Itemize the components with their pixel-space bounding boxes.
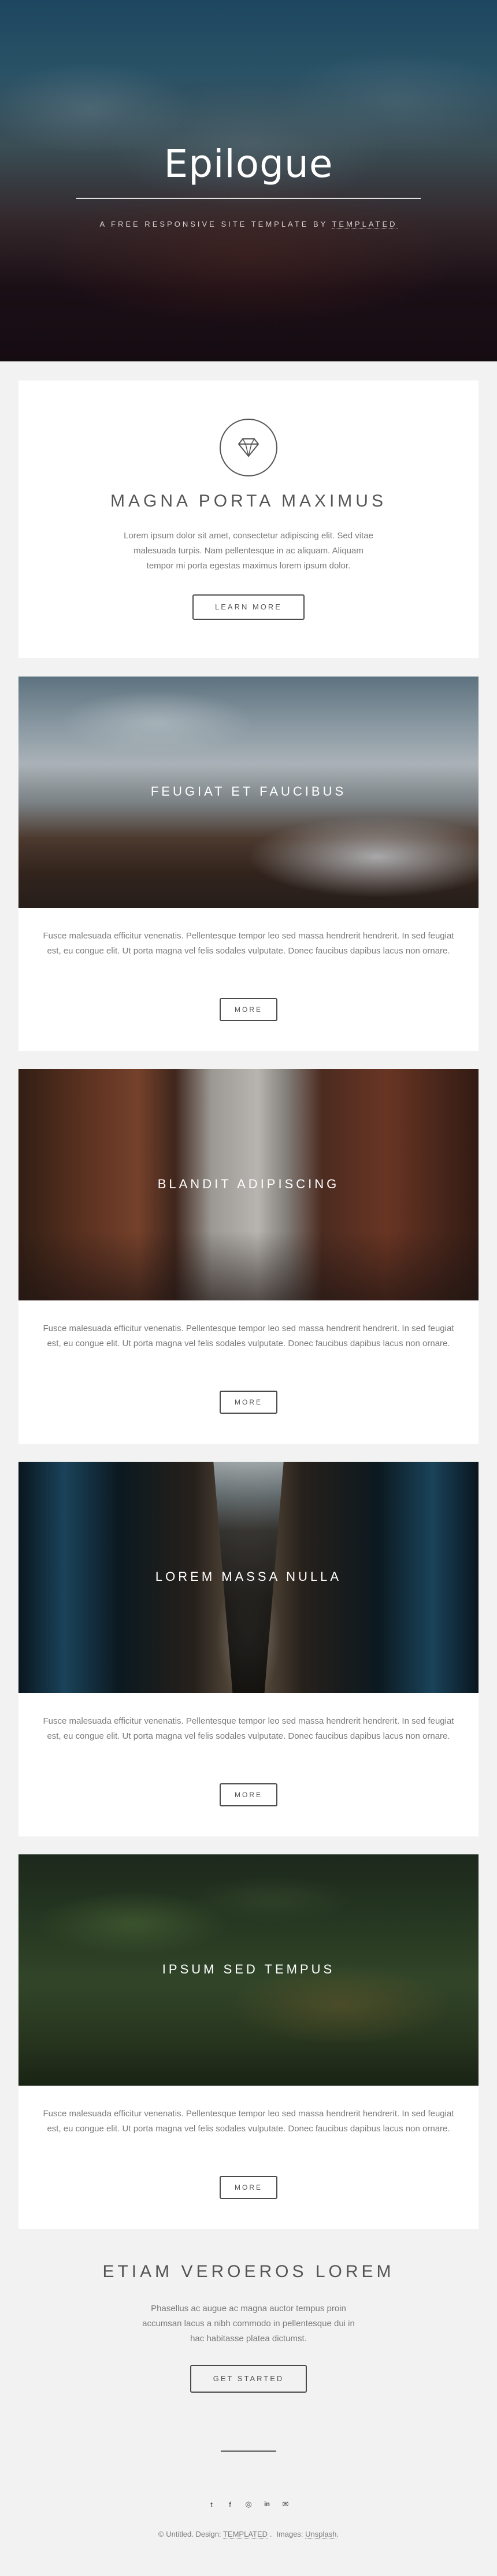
post-text: Fusce malesuada efficitur venenatis. Pel… (43, 931, 454, 956)
post-image-alley[interactable]: BLANDIT ADIPISCING (18, 1069, 479, 1300)
post-card: LOREM MASSA NULLA Fusce malesuada effici… (18, 1462, 479, 1836)
facebook-icon[interactable]: f (225, 2499, 235, 2510)
design-label: Design: (195, 2530, 221, 2538)
post-card: BLANDIT ADIPISCING Fusce malesuada effic… (18, 1069, 479, 1444)
post-image-aerial[interactable]: IPSUM SED TEMPUS (18, 1854, 479, 2086)
more-button[interactable]: MORE (220, 1783, 277, 1806)
site-header: Epilogue A FREE RESPONSIVE SITE TEMPLATE… (0, 0, 497, 361)
diamond-icon-graphic (238, 438, 259, 457)
diamond-icon (220, 419, 277, 476)
cta-title: ETIAM VEROEROS LOREM (102, 2262, 395, 2281)
post-image-escalator[interactable]: LOREM MASSA NULLA (18, 1462, 479, 1693)
more-button[interactable]: MORE (220, 2176, 277, 2199)
intro-text: Lorem ipsum dolor sit amet, consectetur … (124, 531, 373, 571)
post-card: IPSUM SED TEMPUS Fusce malesuada efficit… (18, 1854, 479, 2229)
post-image-mountains[interactable]: FEUGIAT ET FAUCIBUS (18, 677, 479, 908)
post-text: Fusce malesuada efficitur venenatis. Pel… (43, 2109, 454, 2134)
copyright-text: © Untitled. (158, 2530, 194, 2538)
site-title: Epilogue (164, 142, 333, 186)
intro-title: MAGNA PORTA MAXIMUS (110, 491, 387, 511)
post-title: BLANDIT ADIPISCING (157, 1177, 340, 1191)
get-started-button[interactable]: GET STARTED (190, 2365, 307, 2393)
copyright: © Untitled. Design: TEMPLATED. Images: U… (158, 2530, 339, 2539)
social-links: t f ◎ in ✉ (0, 2499, 497, 2510)
images-label: Images: (276, 2530, 303, 2538)
post-card: FEUGIAT ET FAUCIBUS Fusce malesuada effi… (18, 677, 479, 1051)
cta-text: Phasellus ac augue ac magna auctor tempu… (142, 2304, 355, 2344)
images-unsplash-link[interactable]: Unsplash (305, 2530, 337, 2539)
design-templated-link[interactable]: TEMPLATED (222, 2530, 268, 2539)
post-text: Fusce malesuada efficitur venenatis. Pel… (43, 1324, 454, 1348)
linkedin-icon[interactable]: in (262, 2499, 272, 2510)
post-text: Fusce malesuada efficitur venenatis. Pel… (43, 1716, 454, 1741)
more-button[interactable]: MORE (220, 1391, 277, 1414)
site-tagline: A FREE RESPONSIVE SITE TEMPLATE BY TEMPL… (0, 220, 497, 229)
cta-section: ETIAM VEROEROS LOREM Phasellus ac augue … (0, 2255, 497, 2400)
post-title: LOREM MASSA NULLA (155, 1569, 342, 1584)
twitter-icon[interactable]: t (206, 2499, 217, 2510)
more-button[interactable]: MORE (220, 998, 277, 1021)
tagline-templated-link[interactable]: TEMPLATED (332, 220, 398, 229)
tagline-text: A FREE RESPONSIVE SITE TEMPLATE BY (99, 220, 328, 228)
post-title: FEUGIAT ET FAUCIBUS (150, 784, 347, 799)
post-title: IPSUM SED TEMPUS (162, 1962, 335, 1976)
email-icon[interactable]: ✉ (280, 2499, 291, 2510)
footer-divider (221, 2451, 276, 2452)
instagram-icon[interactable]: ◎ (243, 2499, 254, 2510)
intro-section: MAGNA PORTA MAXIMUS Lorem ipsum dolor si… (18, 380, 479, 658)
learn-more-button[interactable]: LEARN MORE (192, 594, 305, 620)
header-divider (76, 198, 421, 199)
